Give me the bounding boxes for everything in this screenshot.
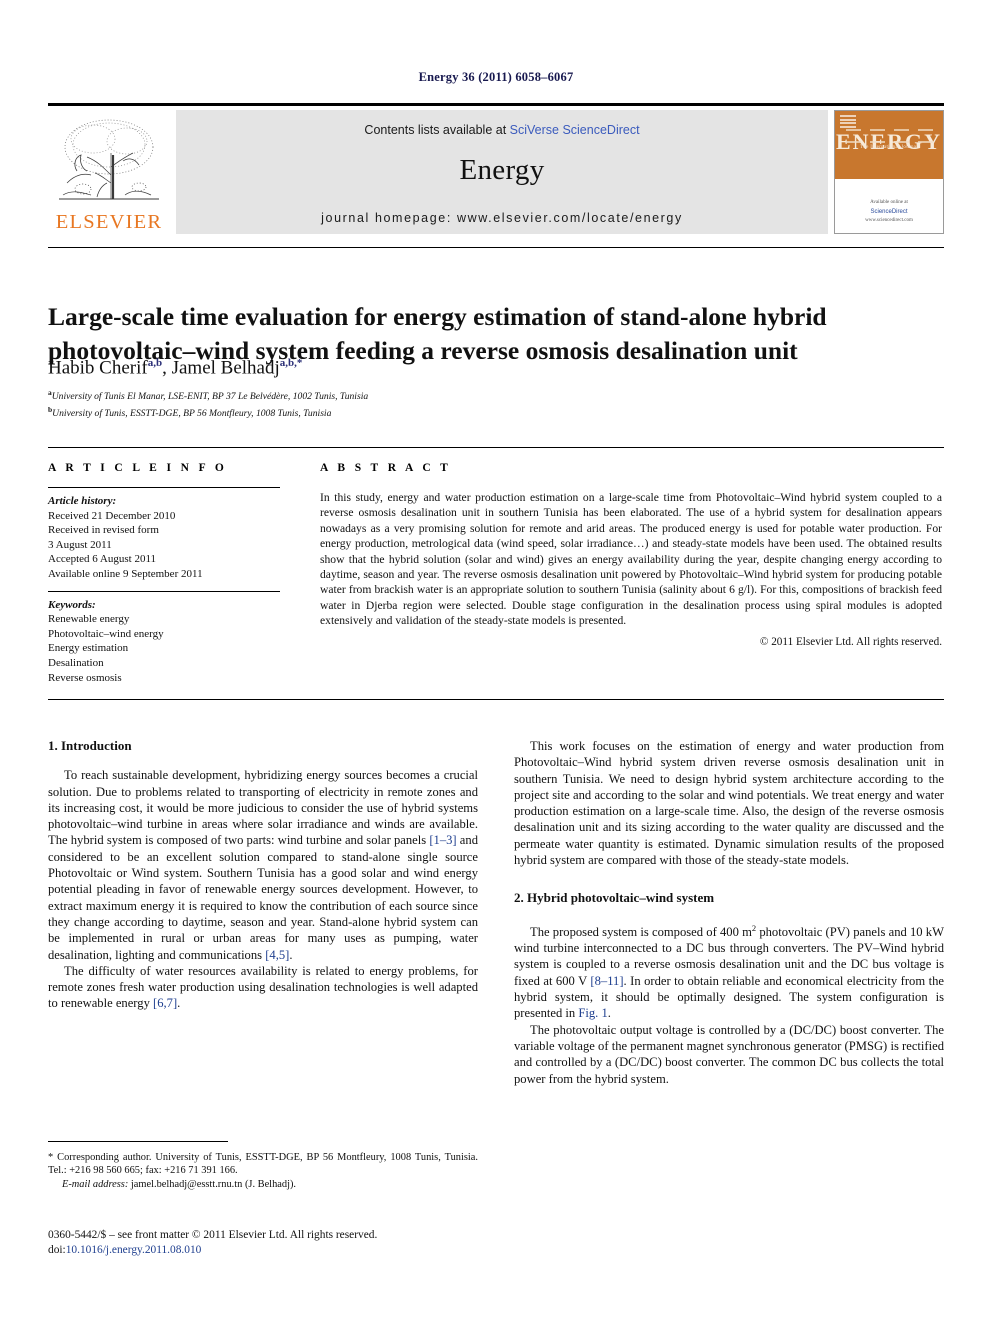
body-column-left: 1. Introduction To reach sustainable dev… [48, 738, 478, 1012]
keyword-item: Photovoltaic–wind energy [48, 627, 164, 640]
affiliation-item: aUniversity of Tunis El Manar, LSE-ENIT,… [48, 387, 928, 404]
corresponding-mark: * [48, 1152, 54, 1163]
paragraph-text: . [177, 996, 181, 1011]
paragraph: To reach sustainable development, hybrid… [48, 767, 478, 963]
affiliation-text: University of Tunis El Manar, LSE-ENIT, … [51, 391, 369, 403]
keyword-item: Renewable energy [48, 613, 130, 626]
article-info-column: Article history: Received 21 December 20… [48, 487, 280, 685]
body-column-right: This work focuses on the estimation of e… [514, 738, 944, 1087]
history-item: Received 21 December 2010 [48, 509, 176, 522]
running-head: Energy 36 (2011) 6058–6067 [418, 70, 574, 84]
article-history-label: Article history: [48, 495, 117, 507]
email-link[interactable]: jamel.belhadj@esstt.rnu.tn [131, 1179, 242, 1190]
affiliation-list: aUniversity of Tunis El Manar, LSE-ENIT,… [48, 387, 928, 420]
citation-link[interactable]: [8–11] [590, 974, 623, 988]
author-name: Habib Cherif [48, 357, 148, 379]
history-item: Accepted 6 August 2011 [48, 553, 157, 566]
cover-footer-text: Available online at [870, 200, 908, 205]
doi-link[interactable]: 10.1016/j.energy.2011.08.010 [66, 1244, 202, 1256]
article-page: Energy 36 (2011) 6058–6067 ELSEVIER Cont… [0, 0, 992, 1323]
paragraph-text: . [289, 947, 293, 962]
email-note: E-mail address: jamel.belhadj@esstt.rnu.… [48, 1178, 478, 1191]
cover-badge: ScienceDirect [870, 208, 908, 215]
keyword-item: Desalination [48, 656, 104, 669]
figure-link[interactable]: Fig. 1 [578, 1006, 607, 1020]
affiliation-item: bUniversity of Tunis, ESSTT-DGE, BP 56 M… [48, 404, 928, 421]
cover-url: www.sciencedirect.com [865, 217, 913, 223]
journal-masthead: ELSEVIER Contents lists available at Sci… [48, 103, 944, 234]
corresponding-author-note: * Corresponding author. University of Tu… [48, 1151, 478, 1178]
abstract-heading: A B S T R A C T [320, 462, 452, 474]
article-info-heading: A R T I C L E I N F O [48, 462, 228, 474]
citation-link[interactable]: [4,5] [265, 948, 289, 962]
elsevier-wordmark: ELSEVIER [55, 210, 163, 233]
paragraph-text: To reach sustainable development, hybrid… [48, 768, 478, 848]
doi-label: doi: [48, 1244, 66, 1256]
info-divider [48, 487, 280, 488]
paragraph-text: . [607, 1006, 611, 1021]
paragraph: The photovoltaic output voltage is contr… [514, 1022, 944, 1086]
paragraph: This work focuses on the estimation of e… [514, 739, 944, 868]
history-item: Received in revised form [48, 524, 159, 537]
journal-title: Energy [459, 154, 545, 186]
abstract-band-bottom-divider [48, 699, 944, 700]
elsevier-tree-icon [53, 113, 165, 211]
corresponding-text: Corresponding author. University of Tuni… [48, 1152, 478, 1177]
keywords-divider [48, 590, 280, 592]
title-divider [48, 247, 944, 248]
author-name: Jamel Belhadj [171, 357, 280, 379]
cover-sciencedirect-logo: Available online at ScienceDirect www.sc… [835, 199, 943, 224]
keyword-item: Energy estimation [48, 642, 129, 655]
paragraph-text: and considered to be an excellent soluti… [48, 833, 478, 962]
abstract-band-top-divider [48, 447, 944, 448]
abstract-copyright: © 2011 Elsevier Ltd. All rights reserved… [759, 635, 942, 648]
paragraph-text: The proposed system is composed of 400 m [530, 924, 752, 939]
author-affiliation-marks: a,b [147, 357, 163, 369]
abstract-text: In this study, energy and water producti… [320, 491, 942, 628]
contents-prefix: Contents lists available at [364, 123, 510, 137]
affiliation-text: University of Tunis, ESSTT-DGE, BP 56 Mo… [52, 407, 332, 419]
email-label: E-mail address: [62, 1178, 129, 1190]
doi-line: doi:10.1016/j.energy.2011.08.010 [48, 1243, 488, 1258]
citation-link[interactable]: [1–3] [429, 833, 456, 847]
section-heading-introduction: 1. Introduction [48, 738, 132, 753]
elsevier-logo: ELSEVIER [48, 110, 170, 234]
author-list: Habib Cherifa,b, Jamel Belhadja,b,* [48, 357, 303, 379]
journal-homepage-link[interactable]: journal homepage: www.elsevier.com/locat… [176, 211, 828, 225]
paragraph: The difficulty of water resources availa… [48, 963, 478, 1012]
author-affiliation-marks[interactable]: a,b,* [280, 357, 303, 369]
cover-subtitle: The International Journal [859, 145, 919, 151]
footnote-divider [48, 1141, 228, 1142]
sciencedirect-link[interactable]: SciVerse ScienceDirect [510, 123, 640, 137]
issn-line: 0360-5442/$ – see front matter © 2011 El… [48, 1229, 378, 1241]
masthead-banner: Contents lists available at SciVerse Sci… [176, 110, 828, 234]
history-item: 3 August 2011 [48, 538, 112, 551]
issn-doi-block: 0360-5442/$ – see front matter © 2011 El… [48, 1228, 488, 1258]
footnote-block: * Corresponding author. University of Tu… [48, 1151, 478, 1191]
history-item: Available online 9 September 2011 [48, 567, 203, 580]
keyword-item: Reverse osmosis [48, 671, 122, 684]
email-suffix: (J. Belhadj). [244, 1178, 297, 1190]
journal-cover-thumbnail: ENERGY The International Journal Availab… [834, 110, 944, 234]
paragraph-text: The difficulty of water resources availa… [48, 963, 478, 1011]
section-heading-hybrid-system: 2. Hybrid photovoltaic–wind system [514, 890, 715, 906]
abstract-column: In this study, energy and water producti… [320, 490, 942, 650]
keywords-label: Keywords: [48, 598, 96, 611]
contents-available-line: Contents lists available at SciVerse Sci… [176, 123, 828, 137]
paragraph: The proposed system is composed of 400 m… [514, 920, 944, 1022]
cover-top-band: ENERGY The International Journal [835, 111, 943, 180]
citation-link[interactable]: [6,7] [153, 996, 177, 1010]
